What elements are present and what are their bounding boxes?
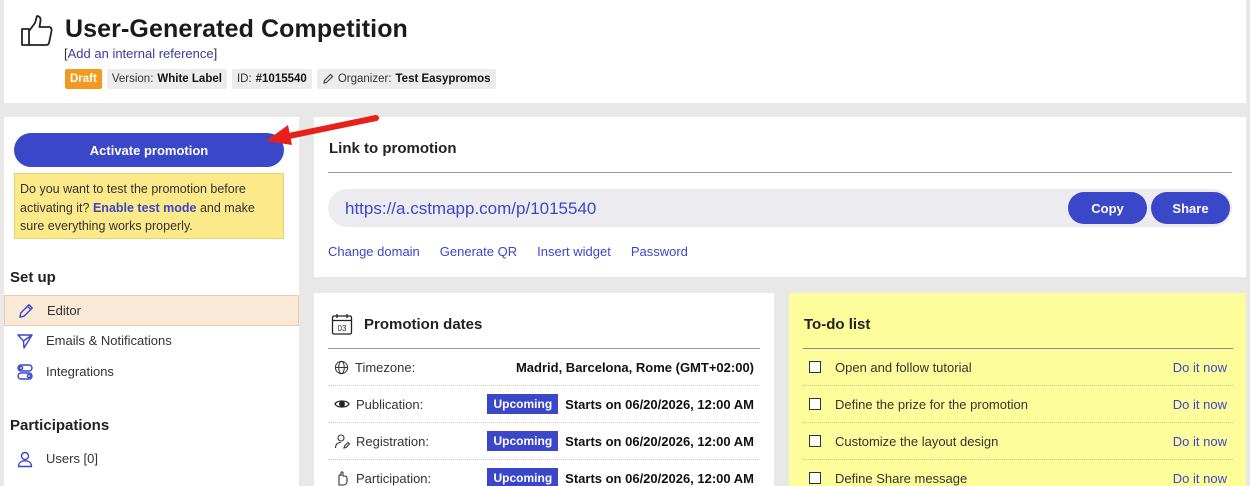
- todo-item: Define Share message Do it now: [803, 460, 1233, 486]
- row-label-group: Publication:: [334, 397, 423, 412]
- do-it-now-link[interactable]: Do it now: [1173, 434, 1227, 449]
- sidebar-item-users[interactable]: Users [0]: [4, 443, 299, 474]
- todo-checkbox[interactable]: [809, 472, 821, 484]
- todo-list-card: To-do list Open and follow tutorial Do i…: [789, 293, 1246, 486]
- registration-row: Registration: Upcoming Starts on 06/20/2…: [328, 423, 760, 460]
- left-sidebar: Activate promotion Do you want to test t…: [4, 117, 299, 486]
- row-label: Publication:: [356, 396, 424, 412]
- row-value-group: Upcoming Starts on 06/20/2026, 12:00 AM: [487, 468, 754, 486]
- sidebar-item-label: Emails & Notifications: [46, 333, 172, 348]
- change-domain-link[interactable]: Change domain: [328, 244, 420, 259]
- id-value: #1015540: [255, 73, 307, 85]
- id-badge: ID: #1015540: [231, 69, 312, 89]
- row-label: Registration:: [356, 433, 429, 449]
- timezone-value: Madrid, Barcelona, Rome (GMT+02:00): [515, 359, 754, 375]
- sidebar-item-label: Editor: [47, 303, 81, 318]
- version-badge: Version: White Label: [106, 69, 227, 89]
- upcoming-badge: Upcoming: [487, 468, 559, 486]
- row-value-group: Upcoming Starts on 06/20/2026, 12:00 AM: [487, 431, 754, 451]
- promotion-url[interactable]: https://a.cstmapp.com/p/1015540: [345, 199, 596, 219]
- divider: [328, 172, 1232, 173]
- todo-item-label: Customize the layout design: [835, 433, 999, 449]
- publication-value: Starts on 06/20/2026, 12:00 AM: [565, 396, 754, 412]
- todo-item-label: Open and follow tutorial: [835, 359, 972, 375]
- registration-value: Starts on 06/20/2026, 12:00 AM: [565, 433, 754, 449]
- organizer-badge[interactable]: Organizer: Test Easypromos: [316, 69, 496, 89]
- user-icon: [17, 451, 33, 467]
- copy-button[interactable]: Copy: [1068, 192, 1147, 224]
- insert-widget-link[interactable]: Insert widget: [537, 244, 611, 259]
- promotion-dates-card: 03 Promotion dates Timezone: Madrid, Bar…: [314, 293, 774, 486]
- do-it-now-link[interactable]: Do it now: [1173, 397, 1227, 412]
- todo-checkbox[interactable]: [809, 398, 821, 410]
- row-label: Timezone:: [355, 359, 416, 375]
- todo-checkbox[interactable]: [809, 361, 821, 373]
- row-value-group: Madrid, Barcelona, Rome (GMT+02:00): [516, 360, 754, 375]
- thumbs-up-icon: [21, 15, 53, 46]
- pencil-icon: [19, 303, 34, 318]
- version-value: White Label: [157, 73, 222, 85]
- toggles-icon: [17, 363, 33, 380]
- row-label-group: Registration:: [334, 433, 429, 449]
- row-label: Participation:: [356, 470, 432, 486]
- page-title: User-Generated Competition: [65, 15, 408, 43]
- ref-bracket-close: ]: [213, 46, 218, 61]
- pencil-icon: [323, 73, 334, 84]
- send-icon: [17, 333, 33, 349]
- do-it-now-link[interactable]: Do it now: [1173, 471, 1227, 486]
- internal-reference: [Add an internal reference]: [64, 46, 217, 61]
- eye-icon: [334, 400, 350, 408]
- todo-item-label: Define Share message: [835, 470, 968, 486]
- promotion-url-field[interactable]: https://a.cstmapp.com/p/1015540 Copy Sha…: [328, 189, 1232, 227]
- sidebar-item-editor[interactable]: Editor: [4, 295, 299, 326]
- todo-item: Define the prize for the promotion Do it…: [803, 386, 1233, 423]
- status-badge: Draft: [65, 69, 102, 89]
- organizer-value: Test Easypromos: [395, 73, 491, 85]
- user-edit-icon: [334, 434, 350, 449]
- enable-test-mode-link[interactable]: Enable test mode: [93, 201, 197, 215]
- dates-card-title: Promotion dates: [364, 316, 483, 333]
- todo-item: Customize the layout design Do it now: [803, 423, 1233, 460]
- link-to-promotion-card: Link to promotion https://a.cstmapp.com/…: [314, 117, 1246, 277]
- publication-row: Publication: Upcoming Starts on 06/20/20…: [328, 386, 760, 423]
- share-button[interactable]: Share: [1151, 192, 1230, 224]
- version-label: Version:: [111, 73, 154, 85]
- link-actions: Change domain Generate QR Insert widget …: [328, 244, 688, 259]
- todo-item: Open and follow tutorial Do it now: [803, 349, 1233, 386]
- row-value-group: Upcoming Starts on 06/20/2026, 12:00 AM: [487, 394, 754, 414]
- todo-item-label: Define the prize for the promotion: [835, 396, 1028, 412]
- participation-row: Participation: Upcoming Starts on 06/20/…: [328, 460, 760, 486]
- sidebar-item-label: Integrations: [46, 364, 114, 379]
- upcoming-badge: Upcoming: [487, 431, 559, 451]
- add-internal-reference-link[interactable]: Add an internal reference: [68, 46, 214, 61]
- sidebar-item-emails-notifications[interactable]: Emails & Notifications: [4, 325, 299, 356]
- timezone-row: Timezone: Madrid, Barcelona, Rome (GMT+0…: [328, 349, 760, 386]
- setup-section-title: Set up: [10, 269, 56, 286]
- test-mode-notice: Do you want to test the promotion before…: [14, 173, 284, 239]
- row-label-group: Timezone:: [334, 360, 415, 375]
- generate-qr-link[interactable]: Generate QR: [440, 244, 517, 259]
- participations-section-title: Participations: [10, 417, 110, 434]
- todo-checkbox[interactable]: [809, 435, 821, 447]
- id-label: ID:: [236, 73, 252, 85]
- globe-icon: [334, 360, 349, 374]
- upcoming-badge: Upcoming: [487, 394, 559, 414]
- todo-card-title: To-do list: [804, 316, 871, 333]
- activate-promotion-button[interactable]: Activate promotion: [14, 133, 284, 167]
- sidebar-item-label: Users [0]: [46, 451, 99, 466]
- organizer-label: Organizer:: [337, 73, 392, 85]
- calendar-icon: 03: [331, 314, 353, 335]
- link-card-title: Link to promotion: [329, 140, 457, 157]
- promotion-header: User-Generated Competition [Add an inter…: [4, 0, 1246, 103]
- promotion-badges: Draft Version: White Label ID: #1015540 …: [65, 69, 496, 89]
- participation-value: Starts on 06/20/2026, 12:00 AM: [565, 470, 754, 486]
- sidebar-item-integrations[interactable]: Integrations: [4, 356, 299, 387]
- row-label-group: Participation:: [334, 470, 431, 486]
- password-link[interactable]: Password: [631, 244, 688, 259]
- hand-icon: [338, 471, 348, 486]
- do-it-now-link[interactable]: Do it now: [1173, 360, 1227, 375]
- calendar-day: 03: [338, 324, 347, 333]
